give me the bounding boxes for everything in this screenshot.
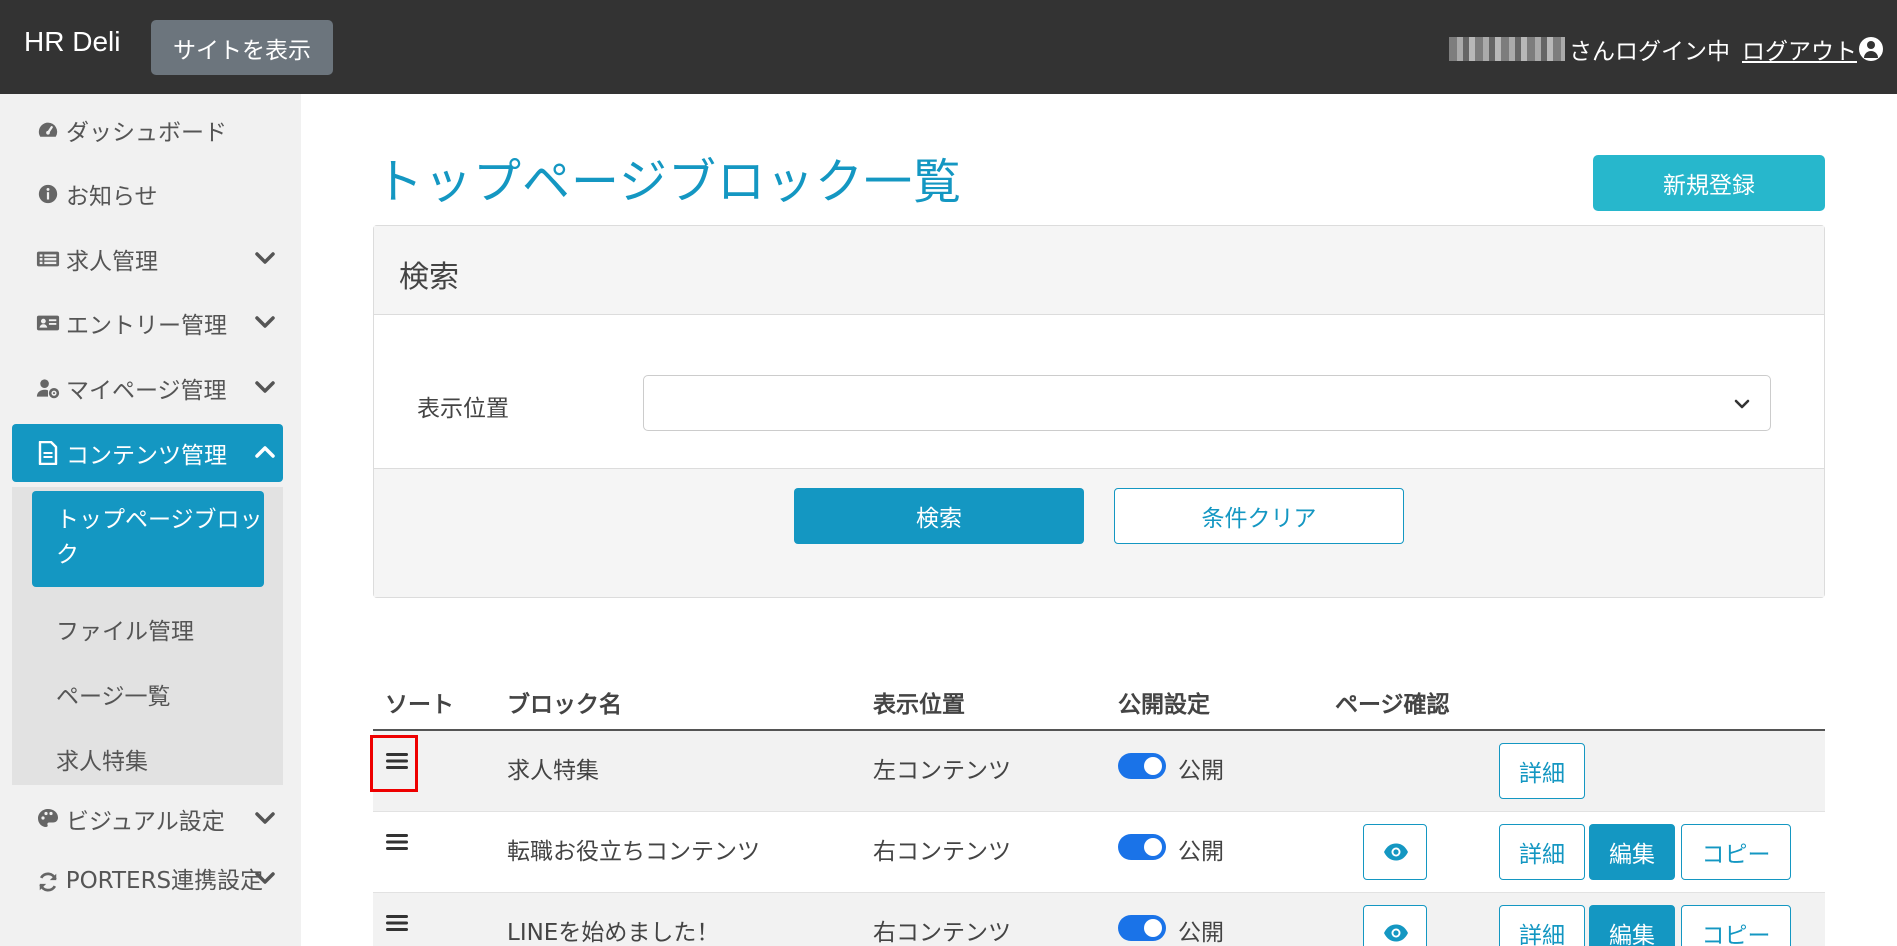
display-position: 左コンテンツ	[873, 758, 1011, 784]
chevron-down-icon	[255, 316, 275, 328]
chevron-down-icon	[255, 812, 275, 824]
submenu-item-page-list[interactable]: ページ一覧	[32, 677, 264, 711]
submenu-item-file-management[interactable]: ファイル管理	[32, 612, 264, 646]
login-status-text: さんログイン中	[1569, 39, 1730, 65]
chevron-down-icon	[1734, 399, 1750, 409]
sync-icon	[36, 870, 60, 894]
table-row: 転職お役立ちコンテンツ 右コンテンツ 公開 詳細 編集 コピー	[373, 812, 1825, 893]
detail-button[interactable]: 詳細	[1499, 824, 1585, 880]
sidebar-item-label: PORTERS連携設定	[65, 868, 264, 894]
top-navbar: HR Deli サイトを表示 さんログイン中 ログアウト	[0, 0, 1897, 94]
sidebar: ダッシュボード お知らせ 求人管理 エントリー管理 マイページ管理 コンテンツ管…	[0, 94, 301, 946]
sidebar-item-dashboard[interactable]: ダッシュボード	[12, 101, 283, 159]
logout-link[interactable]: ログアウト	[1742, 32, 1857, 66]
chevron-up-icon	[255, 446, 275, 458]
sidebar-item-label: 求人管理	[66, 249, 158, 275]
tachometer-icon	[36, 118, 60, 142]
user-circle-icon	[1859, 37, 1883, 61]
preview-button[interactable]	[1363, 905, 1427, 946]
display-position-label: 表示位置	[417, 396, 509, 422]
view-site-button[interactable]: サイトを表示	[151, 20, 333, 75]
display-position: 右コンテンツ	[873, 839, 1011, 865]
chevron-down-icon	[255, 872, 275, 884]
sidebar-item-label: ビジュアル設定	[66, 809, 225, 835]
publish-label: 公開	[1178, 839, 1224, 865]
publish-toggle[interactable]	[1118, 753, 1166, 779]
search-button[interactable]: 検索	[794, 488, 1084, 544]
eye-icon	[1384, 843, 1408, 861]
file-icon	[36, 441, 60, 465]
submenu-item-top-page-block[interactable]: トップページブロック	[32, 491, 264, 587]
edit-button[interactable]: 編集	[1589, 905, 1675, 946]
clear-conditions-button[interactable]: 条件クリア	[1114, 488, 1404, 544]
display-position-select[interactable]	[643, 375, 1771, 431]
publish-label: 公開	[1178, 758, 1224, 784]
column-header-page-check: ページ確認	[1335, 692, 1450, 718]
copy-button[interactable]: コピー	[1681, 905, 1791, 946]
contents-submenu: トップページブロック ファイル管理 ページ一覧 求人特集	[12, 487, 283, 785]
user-cog-icon	[36, 376, 60, 400]
sidebar-item-notices[interactable]: お知らせ	[12, 165, 283, 223]
block-name: 求人特集	[507, 758, 599, 784]
new-register-button[interactable]: 新規登録	[1593, 155, 1825, 211]
sidebar-item-jobs[interactable]: 求人管理	[12, 230, 283, 288]
column-header-position: 表示位置	[873, 692, 965, 718]
sidebar-item-label: エントリー管理	[66, 313, 227, 339]
chevron-down-icon	[255, 381, 275, 393]
sidebar-item-contents[interactable]: コンテンツ管理	[12, 424, 283, 482]
publish-label: 公開	[1178, 920, 1224, 946]
sidebar-item-mypage[interactable]: マイページ管理	[12, 359, 283, 417]
display-position: 右コンテンツ	[873, 920, 1011, 946]
sidebar-item-label: コンテンツ管理	[66, 443, 227, 469]
copy-button[interactable]: コピー	[1681, 824, 1791, 880]
detail-button[interactable]: 詳細	[1499, 905, 1585, 946]
drag-handle-icon[interactable]	[385, 911, 409, 935]
search-card: 検索 表示位置 検索 条件クリア	[373, 225, 1825, 598]
preview-button[interactable]	[1363, 824, 1427, 880]
publish-toggle[interactable]	[1118, 834, 1166, 860]
edit-button[interactable]: 編集	[1589, 824, 1675, 880]
user-area: さんログイン中 ログアウト	[1449, 32, 1883, 66]
drag-handle-icon[interactable]	[385, 830, 409, 854]
detail-button[interactable]: 詳細	[1499, 743, 1585, 799]
column-header-publish: 公開設定	[1118, 692, 1210, 718]
palette-icon	[36, 807, 60, 831]
sidebar-item-entries[interactable]: エントリー管理	[12, 294, 283, 352]
sidebar-item-porters[interactable]: PORTERS連携設定	[12, 854, 283, 930]
drag-handle-icon[interactable]	[385, 749, 409, 773]
id-card-icon	[36, 311, 60, 335]
sidebar-item-label: マイページ管理	[66, 378, 227, 404]
brand-logo[interactable]: HR Deli	[24, 26, 120, 58]
submenu-item-job-feature[interactable]: 求人特集	[32, 742, 264, 776]
block-name: LINEを始めました！	[507, 920, 720, 946]
sidebar-item-label: ダッシュボード	[66, 120, 227, 146]
table-row: 求人特集 左コンテンツ 公開 詳細	[370, 731, 1825, 812]
search-title: 検索	[399, 260, 459, 295]
sidebar-item-visual-settings[interactable]: ビジュアル設定	[12, 790, 283, 848]
list-icon	[36, 247, 60, 271]
eye-icon	[1384, 924, 1408, 942]
block-name: 転職お役立ちコンテンツ	[507, 839, 760, 865]
chevron-down-icon	[255, 252, 275, 264]
info-circle-icon	[36, 182, 60, 206]
search-card-footer	[374, 468, 1824, 597]
publish-toggle[interactable]	[1118, 915, 1166, 941]
username-redacted	[1449, 37, 1565, 61]
column-header-sort: ソート	[385, 692, 454, 718]
column-header-block-name: ブロック名	[507, 692, 622, 718]
search-card-header: 検索	[374, 226, 1824, 315]
sidebar-item-label: お知らせ	[66, 184, 158, 210]
table-row: LINEを始めました！ 右コンテンツ 公開 詳細 編集 コピー	[373, 893, 1825, 946]
page-title: トップページブロック一覧	[375, 154, 963, 210]
